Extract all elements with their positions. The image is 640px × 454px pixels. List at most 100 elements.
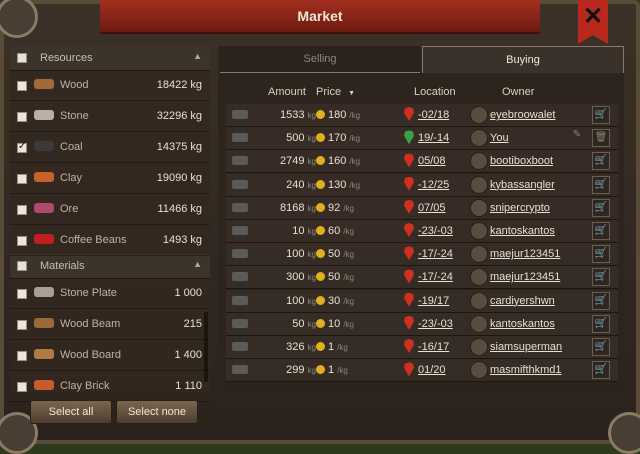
item-checkbox[interactable]	[17, 236, 27, 246]
column-amount[interactable]: Amount	[268, 86, 306, 98]
owner-link[interactable]: bootiboxboot	[490, 155, 553, 167]
sidebar-item-wood-beam[interactable]: Wood Beam 215	[10, 309, 210, 340]
wood-beam-icon	[34, 318, 54, 328]
cart-icon[interactable]: 🛒	[592, 291, 610, 310]
item-checkbox[interactable]	[17, 320, 27, 330]
location-pin-icon	[404, 246, 414, 261]
location-link[interactable]: -02/18	[418, 109, 449, 121]
price-cell: 130 /kg	[328, 178, 361, 191]
owner-link[interactable]: siamsuperman	[490, 341, 562, 353]
owner-link[interactable]: kybassangler	[490, 179, 555, 191]
edit-icon[interactable]: ✎	[570, 129, 584, 145]
owner-link[interactable]: snipercrypto	[490, 202, 550, 214]
location-link[interactable]: 19/-14	[418, 132, 449, 144]
amount-cell: 50 kg	[292, 317, 316, 330]
cart-icon[interactable]: 🛒	[592, 106, 610, 124]
location-pin-icon	[404, 269, 414, 284]
select-none-button[interactable]: Select none	[116, 400, 198, 424]
item-checkbox[interactable]	[17, 382, 27, 392]
cart-icon[interactable]: 🛒	[592, 222, 610, 240]
item-quantity: 19090 kg	[156, 172, 202, 184]
sidebar-item-stone[interactable]: Stone 32296 kg	[10, 101, 210, 132]
cart-icon[interactable]: 🛒	[592, 152, 610, 171]
sidebar-item-clay[interactable]: Clay 19090 kg	[10, 163, 210, 194]
cart-resource-icon	[232, 365, 248, 375]
table-row: 50 kg 10 /kg -23/-03 kantoskantos 🛒	[226, 312, 618, 336]
location-link[interactable]: 01/20	[418, 364, 446, 376]
sidebar-item-coffee-beans[interactable]: Coffee Beans 1493 kg	[10, 225, 210, 256]
tab-selling[interactable]: Selling	[220, 46, 420, 73]
cart-icon[interactable]: 🛒	[592, 268, 610, 287]
item-checkbox[interactable]	[17, 351, 27, 361]
item-label: Wood	[60, 79, 89, 91]
cart-resource-icon	[232, 110, 248, 119]
location-link[interactable]: -16/17	[418, 341, 449, 353]
cart-icon[interactable]: 🛒	[592, 314, 610, 333]
cart-icon[interactable]: 🛒	[592, 175, 610, 194]
sidebar-item-wood-board[interactable]: Wood Board 1 400	[10, 340, 210, 371]
owner-link[interactable]: You	[490, 132, 509, 144]
amount-cell: 240 kg	[286, 178, 316, 191]
amount-cell: 300 kg	[286, 271, 316, 284]
owner-link[interactable]: kantoskantos	[490, 225, 555, 237]
collapse-icon[interactable]: ▲	[193, 259, 202, 269]
table-row: 500 kg 170 /kg 19/-14 You ✎ 🗑	[226, 127, 618, 151]
sidebar-item-ore[interactable]: Ore 11466 kg	[10, 194, 210, 225]
avatar	[470, 268, 488, 287]
column-location[interactable]: Location	[414, 86, 456, 98]
item-checkbox[interactable]	[17, 174, 27, 184]
materials-header[interactable]: Materials ▲	[10, 254, 210, 279]
select-all-button[interactable]: Select all	[30, 400, 112, 424]
stone-icon	[34, 110, 54, 120]
item-checkbox[interactable]	[17, 112, 27, 122]
sidebar-item-coal[interactable]: Coal 14375 kg	[10, 132, 210, 163]
amount-cell: 100 kg	[286, 294, 316, 307]
owner-link[interactable]: cardiyershwn	[490, 295, 555, 307]
item-checkbox[interactable]	[17, 81, 27, 91]
owner-link[interactable]: maejur123451	[490, 271, 560, 283]
location-link[interactable]: 07/05	[418, 202, 446, 214]
price-cell: 60 /kg	[328, 225, 354, 237]
cart-icon[interactable]: 🛒	[592, 245, 610, 264]
item-checkbox[interactable]	[17, 289, 27, 299]
collapse-icon[interactable]: ▲	[193, 51, 202, 61]
delete-icon[interactable]: 🗑	[592, 129, 610, 148]
coin-icon	[316, 295, 325, 305]
location-pin-icon	[404, 199, 414, 214]
resources-header[interactable]: Resources ▲	[10, 46, 210, 71]
owner-link[interactable]: maejur123451	[490, 248, 560, 260]
sort-down-icon: ▼	[348, 90, 356, 97]
location-link[interactable]: -12/25	[418, 179, 449, 191]
location-link[interactable]: -17/-24	[418, 248, 453, 260]
sidebar-item-clay-brick[interactable]: Clay Brick 1 110	[10, 371, 210, 402]
window-title: Market	[297, 8, 343, 24]
owner-link[interactable]: kantoskantos	[490, 318, 555, 330]
materials-checkbox[interactable]	[17, 261, 27, 271]
item-checkbox[interactable]	[17, 205, 27, 215]
location-link[interactable]: -17/-24	[418, 271, 453, 283]
cart-resource-icon	[232, 249, 248, 259]
coin-icon	[316, 156, 325, 166]
sidebar-item-wood[interactable]: Wood 18422 kg	[10, 70, 210, 101]
owner-link[interactable]: eyebroowalet	[490, 109, 555, 121]
item-quantity: 32296 kg	[156, 110, 202, 122]
cart-icon[interactable]: 🛒	[592, 338, 610, 356]
avatar	[470, 361, 488, 380]
column-owner[interactable]: Owner	[502, 86, 534, 98]
column-price[interactable]: Price ▼	[316, 86, 355, 98]
listings-panel: Selling Buying Amount Price ▼ Location O…	[218, 46, 624, 392]
tab-buying[interactable]: Buying	[422, 46, 624, 73]
avatar	[470, 314, 488, 333]
cart-icon[interactable]: 🛒	[592, 361, 610, 380]
sidebar-item-stone-plate[interactable]: Stone Plate 1 000	[10, 278, 210, 309]
resources-checkbox[interactable]	[17, 53, 27, 63]
location-link[interactable]: 05/08	[418, 155, 446, 167]
item-checkbox[interactable]	[17, 141, 27, 153]
wood-icon	[34, 79, 54, 89]
clay-brick-icon	[34, 380, 54, 390]
owner-link[interactable]: masmifthkmd1	[490, 364, 562, 376]
location-link[interactable]: -23/-03	[418, 318, 453, 330]
cart-icon[interactable]: 🛒	[592, 198, 610, 217]
location-link[interactable]: -23/-03	[418, 225, 453, 237]
location-link[interactable]: -19/17	[418, 295, 449, 307]
